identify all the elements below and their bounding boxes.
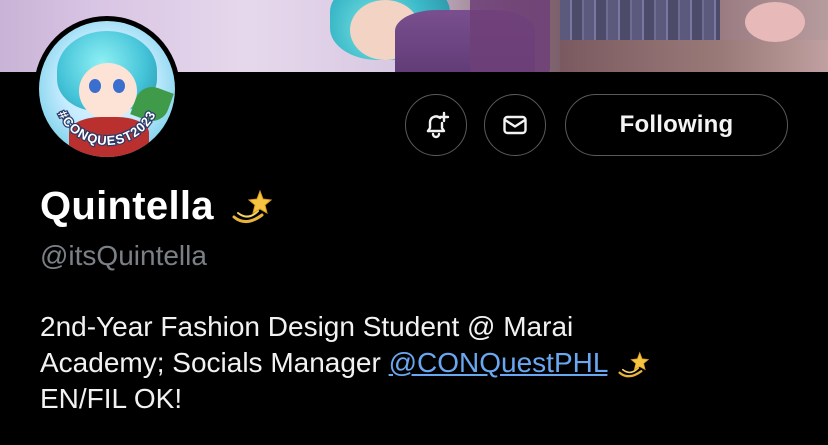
banner-art-shelf <box>560 40 828 72</box>
banner-art-chair <box>470 0 550 72</box>
bio-line-3: EN/FIL OK! <box>40 383 183 414</box>
bio-mention-link[interactable]: @CONQuestPHL <box>389 347 608 378</box>
following-button[interactable]: Following <box>565 94 788 156</box>
message-button[interactable] <box>484 94 546 156</box>
banner-art-plush <box>745 2 805 42</box>
display-name-text: Quintella <box>40 184 214 228</box>
bell-plus-icon <box>426 111 450 139</box>
avatar-badge-text: #CONQUEST2023 <box>54 107 159 150</box>
following-label: Following <box>619 111 734 138</box>
envelope-icon <box>503 115 527 135</box>
svg-text:#CONQUEST2023: #CONQUEST2023 <box>55 108 159 148</box>
user-handle: @itsQuintella <box>40 240 207 271</box>
profile-bio: 2nd-Year Fashion Design Student @ Marai … <box>40 309 810 417</box>
dizzy-star-emoji-icon <box>232 189 272 223</box>
profile-avatar[interactable]: #CONQUEST2023 <box>34 16 180 162</box>
avatar-badge-textpath: #CONQUEST2023 <box>54 107 159 150</box>
bio-line-2-text: Academy; Socials Manager <box>40 347 389 378</box>
bio-line-2: Academy; Socials Manager @CONQuestPHL <box>40 345 810 381</box>
banner-art-bookshelf <box>560 0 720 40</box>
display-name: Quintella <box>40 184 272 229</box>
bio-line-1: 2nd-Year Fashion Design Student @ Marai <box>40 311 574 342</box>
avatar-image: #CONQUEST2023 <box>39 21 175 157</box>
notify-button[interactable] <box>405 94 467 156</box>
dizzy-star-emoji-icon <box>618 351 650 377</box>
